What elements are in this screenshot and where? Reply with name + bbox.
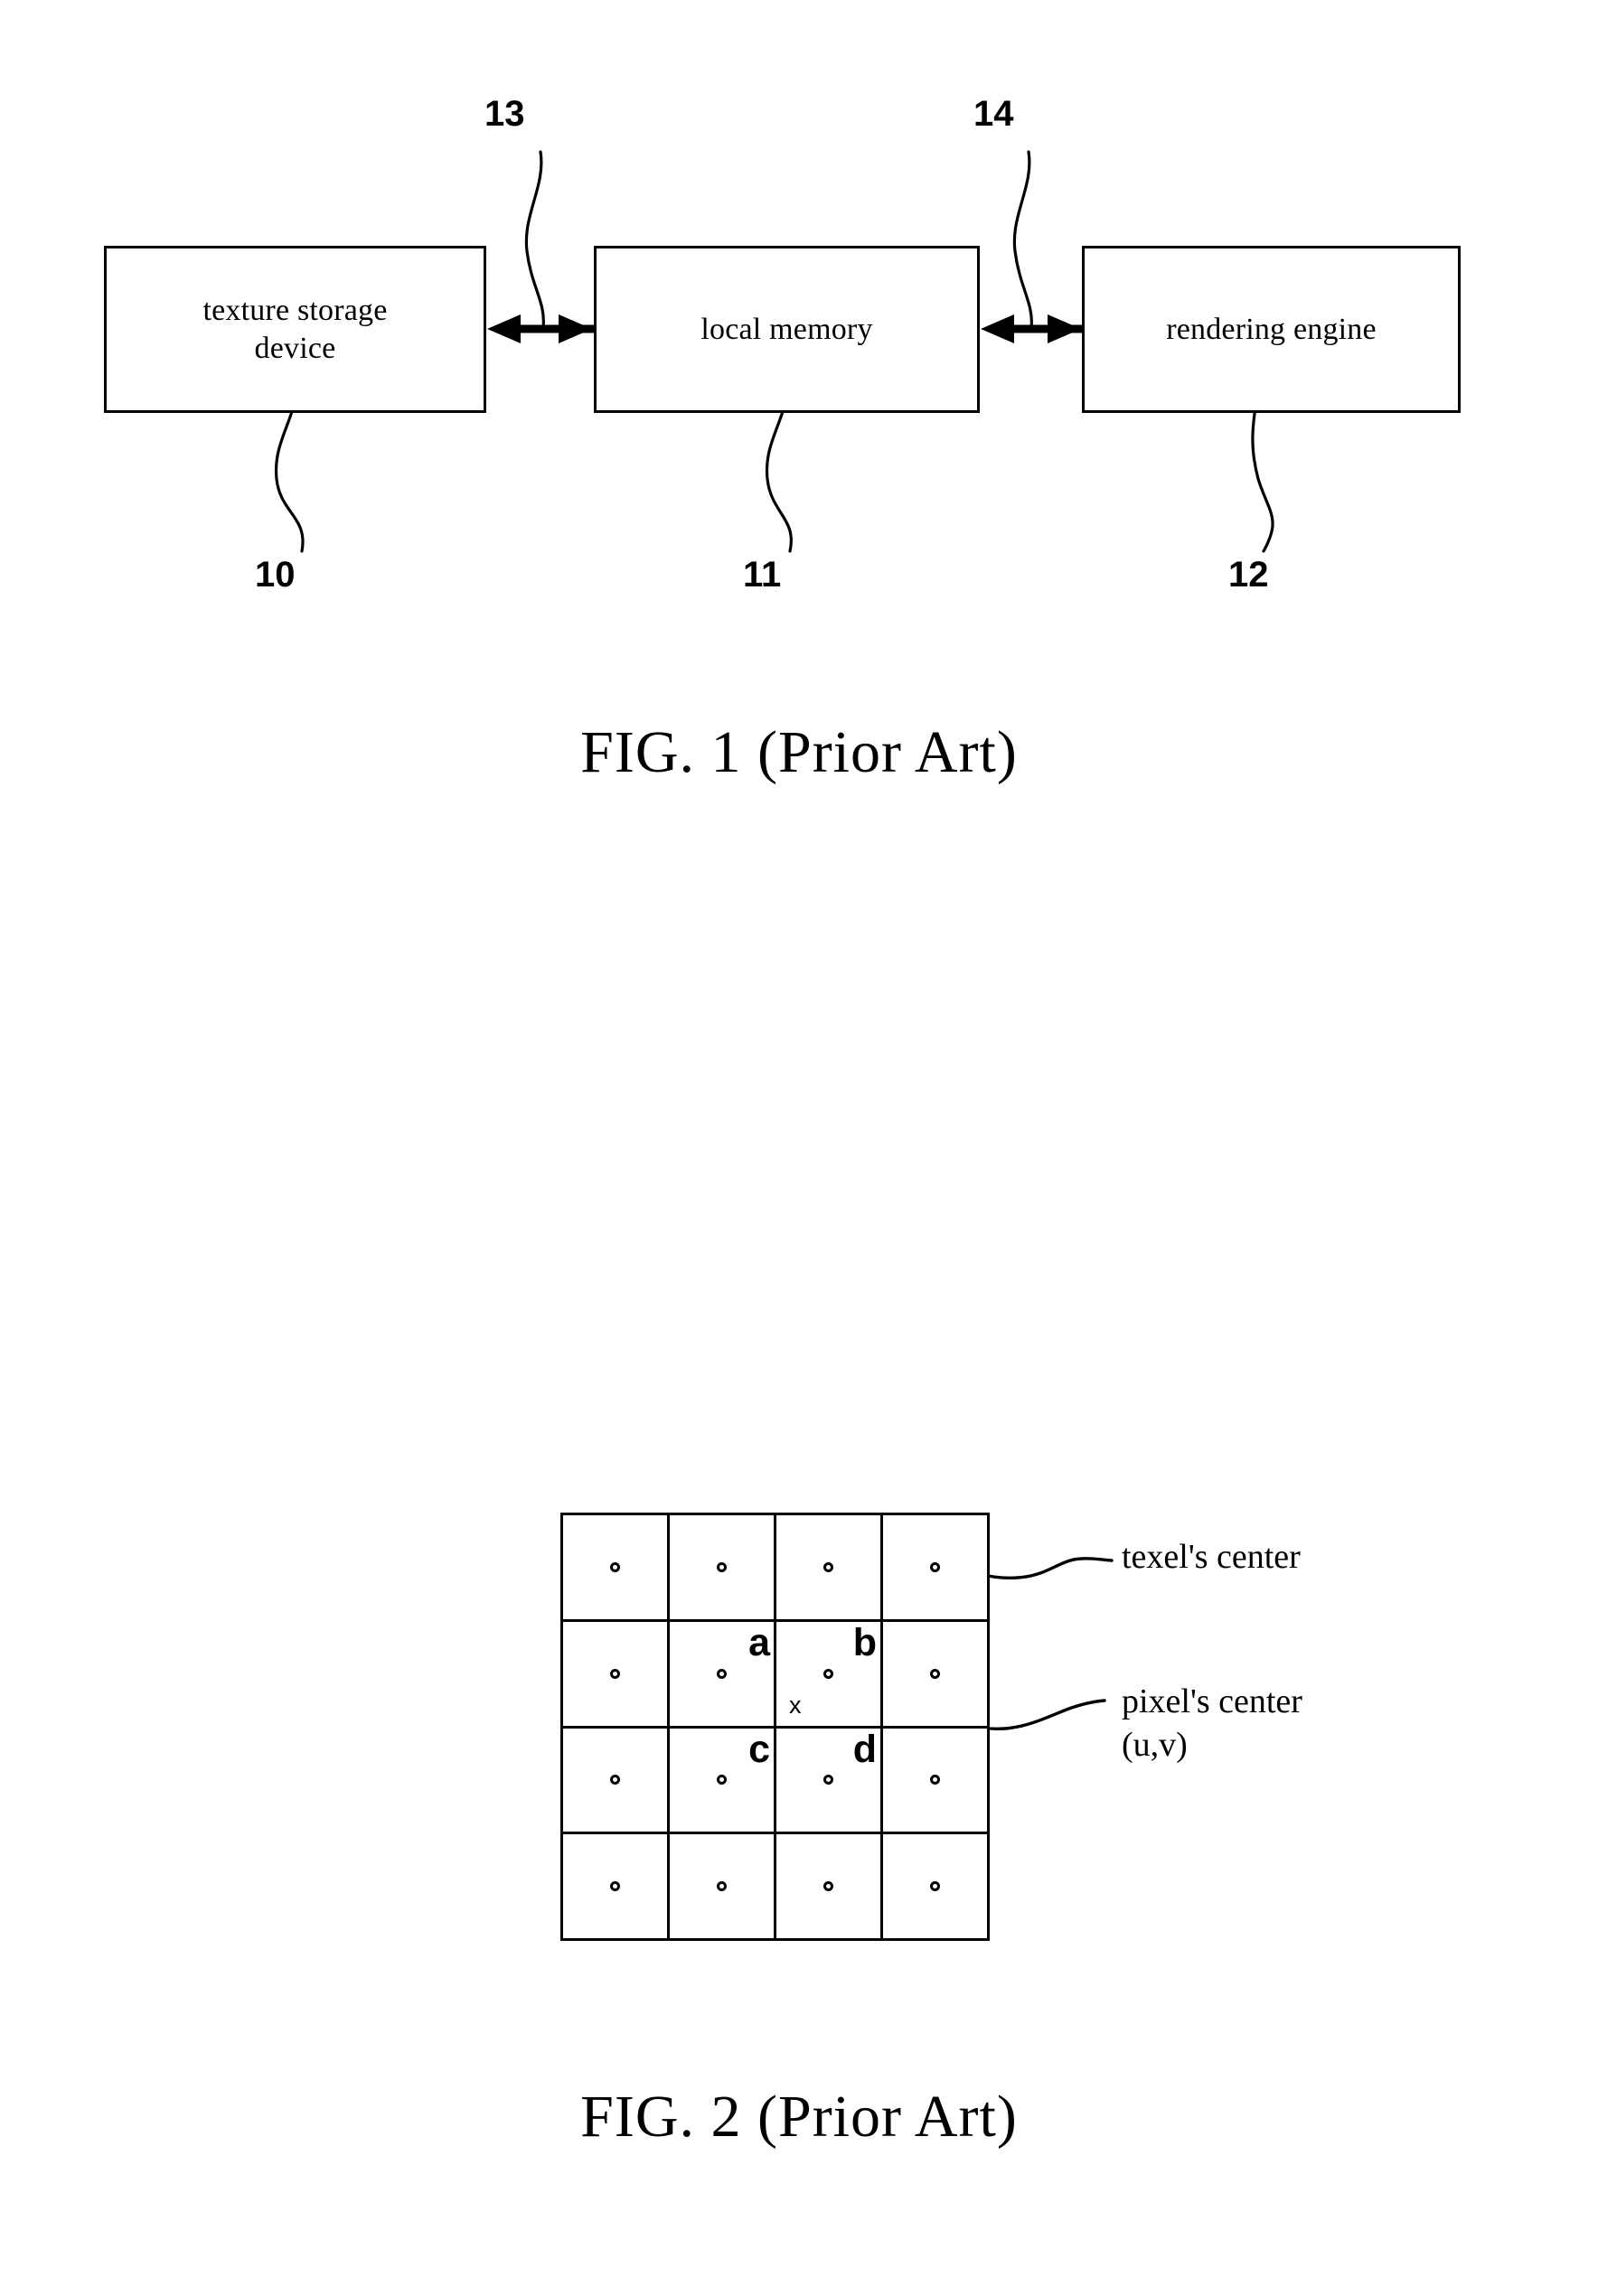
texel-cell xyxy=(883,1834,990,1941)
texel-center-icon xyxy=(823,1881,833,1892)
texel-center-icon xyxy=(823,1775,833,1785)
texel-center-icon xyxy=(717,1775,727,1785)
leader-line-14 xyxy=(1012,150,1033,330)
leader-line-11 xyxy=(765,388,793,553)
texel-cell xyxy=(883,1621,990,1729)
texel-center-icon xyxy=(930,1881,940,1892)
texel-cell xyxy=(776,1515,883,1622)
leader-line-10 xyxy=(274,388,305,553)
texel-label-a: a xyxy=(748,1620,770,1664)
reference-numeral-11: 11 xyxy=(743,555,782,595)
texel-cell-a: a xyxy=(670,1620,776,1729)
reference-numeral-13: 13 xyxy=(484,94,525,134)
texel-label-d: d xyxy=(852,1727,877,1771)
leader-line-12 xyxy=(1251,388,1274,553)
texel-center-icon xyxy=(610,1561,620,1572)
texel-cell xyxy=(883,1728,990,1835)
pixel-center-x-marker: x xyxy=(789,1692,802,1719)
block-rendering-engine: rendering engine xyxy=(1082,246,1461,413)
texel-center-label: texel's center xyxy=(1122,1538,1301,1576)
texel-cell xyxy=(670,1515,776,1622)
texel-cell xyxy=(776,1834,883,1941)
figure-2-caption: FIG. 2 (Prior Art) xyxy=(580,2084,1018,2150)
figure-1-caption: FIG. 1 (Prior Art) xyxy=(580,719,1018,785)
texel-center-icon xyxy=(610,1775,620,1785)
texel-cell xyxy=(563,1728,670,1835)
texel-grid: a b c d xyxy=(560,1513,990,1941)
texel-center-icon xyxy=(930,1668,940,1679)
block-label-rendering-engine: rendering engine xyxy=(1166,312,1377,346)
texel-cell xyxy=(883,1515,990,1622)
texel-center-icon xyxy=(717,1561,727,1572)
texel-cell xyxy=(563,1621,670,1729)
texel-cell xyxy=(670,1834,776,1941)
texel-cell xyxy=(563,1515,670,1622)
reference-numeral-14: 14 xyxy=(973,94,1014,134)
texel-label-c: c xyxy=(748,1727,770,1771)
reference-numeral-10: 10 xyxy=(255,555,296,595)
texel-cell-c: c xyxy=(670,1727,776,1835)
texel-center-icon xyxy=(717,1668,727,1679)
patent-figure-page: texture storage device local memory rend… xyxy=(0,0,1598,2296)
pixel-center-label: pixel's center (u,v) xyxy=(1122,1682,1302,1764)
texel-center-icon xyxy=(610,1668,620,1679)
reference-numeral-12: 12 xyxy=(1228,555,1269,595)
texel-cell-d: d xyxy=(776,1727,883,1835)
texel-center-icon xyxy=(823,1668,833,1679)
block-label-local-memory: local memory xyxy=(700,312,873,346)
arrow-connector-14 xyxy=(981,314,1086,343)
texel-center-icon xyxy=(930,1561,940,1572)
texel-cell xyxy=(563,1834,670,1941)
texel-label-b: b xyxy=(852,1620,877,1664)
block-label-texture-storage-device: texture storage device xyxy=(202,294,388,365)
block-texture-storage-device: texture storage device xyxy=(104,246,486,413)
block-local-memory: local memory xyxy=(594,246,980,413)
texel-center-icon xyxy=(930,1775,940,1785)
leader-line-13 xyxy=(524,150,545,330)
texel-center-icon xyxy=(823,1561,833,1572)
texel-center-icon xyxy=(610,1881,620,1892)
texel-center-icon xyxy=(717,1881,727,1892)
